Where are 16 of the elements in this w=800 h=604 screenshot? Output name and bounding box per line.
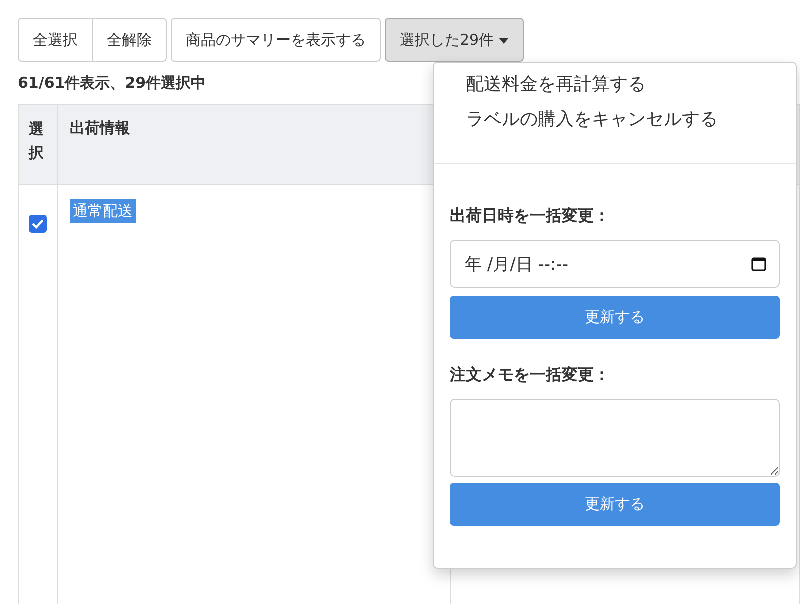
row-checkbox[interactable] (29, 214, 47, 232)
field-label: 出荷日時を一括変更： (450, 205, 611, 227)
column-header: 選択 (18, 104, 58, 184)
calendar-icon[interactable] (751, 256, 767, 272)
checkmark-icon (32, 218, 44, 228)
toolbar-button[interactable]: 商品のサマリーを表示する (171, 18, 381, 62)
menu-item[interactable]: 配送料金を再計算する (434, 67, 796, 102)
toolbar-button[interactable]: 全解除 (93, 18, 167, 62)
bulk-action-dropdown[interactable]: 選択した29件 (385, 18, 524, 62)
selection-summary: 61/61件表示、29件選択中 (18, 73, 206, 94)
toolbar-button[interactable]: 全選択 (18, 18, 93, 62)
shipping-tag: 通常配送 (70, 198, 136, 223)
caret-icon (498, 38, 509, 44)
field-label: 注文メモを一括変更： (450, 364, 611, 386)
memo-field[interactable] (450, 399, 780, 477)
datetime-field[interactable]: 年 /月/日 --:-- (450, 240, 780, 288)
